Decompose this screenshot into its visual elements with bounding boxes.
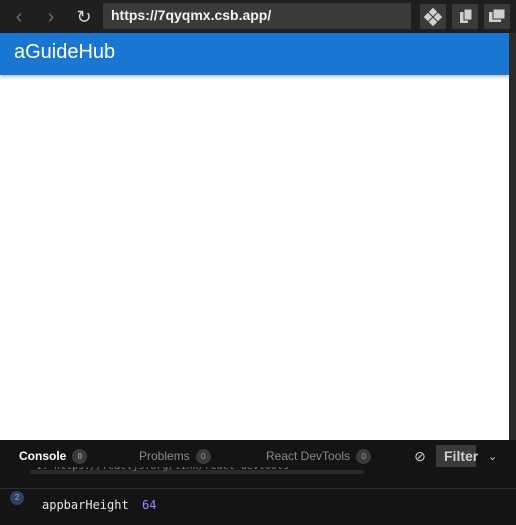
scrolled-log-text: 1: https://reactjs.org/link/react-devtoo… xyxy=(36,467,289,473)
log-divider xyxy=(0,488,516,489)
forward-button[interactable]: › xyxy=(40,6,62,28)
tab-react-devtools-label: React DevTools xyxy=(266,449,351,463)
copy-icon[interactable] xyxy=(452,4,478,29)
filter-label: Filter xyxy=(444,448,479,464)
app-bar: aGuideHub xyxy=(0,33,509,75)
new-window-icon[interactable] xyxy=(484,4,510,29)
codesandbox-icon[interactable] xyxy=(420,4,446,29)
tab-console[interactable]: Console 0 xyxy=(19,449,88,465)
clear-console-icon[interactable]: ⊘ xyxy=(412,448,428,464)
preview-scrollbar[interactable] xyxy=(509,33,516,440)
reload-button[interactable]: ↻ xyxy=(73,6,95,28)
log-key: appbarHeight xyxy=(42,498,129,512)
address-text: https://7qyqmx.csb.app/ xyxy=(111,7,272,23)
browser-toolbar: ‹ › ↻ https://7qyqmx.csb.app/ xyxy=(0,0,516,33)
tab-react-devtools-count: 0 xyxy=(356,449,372,465)
chevron-down-icon[interactable]: ⌄ xyxy=(488,450,497,463)
tab-problems-label: Problems xyxy=(139,449,190,463)
tab-console-label: Console xyxy=(19,449,67,463)
tab-problems[interactable]: Problems 0 xyxy=(139,449,211,465)
app-title: aGuideHub xyxy=(14,41,116,63)
log-count-badge: 2 xyxy=(10,491,24,505)
filter-input[interactable]: Filter xyxy=(436,445,479,467)
log-value: 64 xyxy=(142,498,157,512)
tab-problems-count: 0 xyxy=(195,449,211,465)
app-preview: aGuideHub xyxy=(0,33,509,440)
console-panel: Console 0 Problems 0 React DevTools 0 ⊘ Fil… xyxy=(0,440,516,525)
tab-react-devtools[interactable]: React DevTools 0 xyxy=(266,449,372,465)
back-button[interactable]: ‹ xyxy=(8,6,30,28)
address-bar[interactable]: https://7qyqmx.csb.app/ xyxy=(103,3,411,29)
tab-console-count: 0 xyxy=(72,449,88,465)
